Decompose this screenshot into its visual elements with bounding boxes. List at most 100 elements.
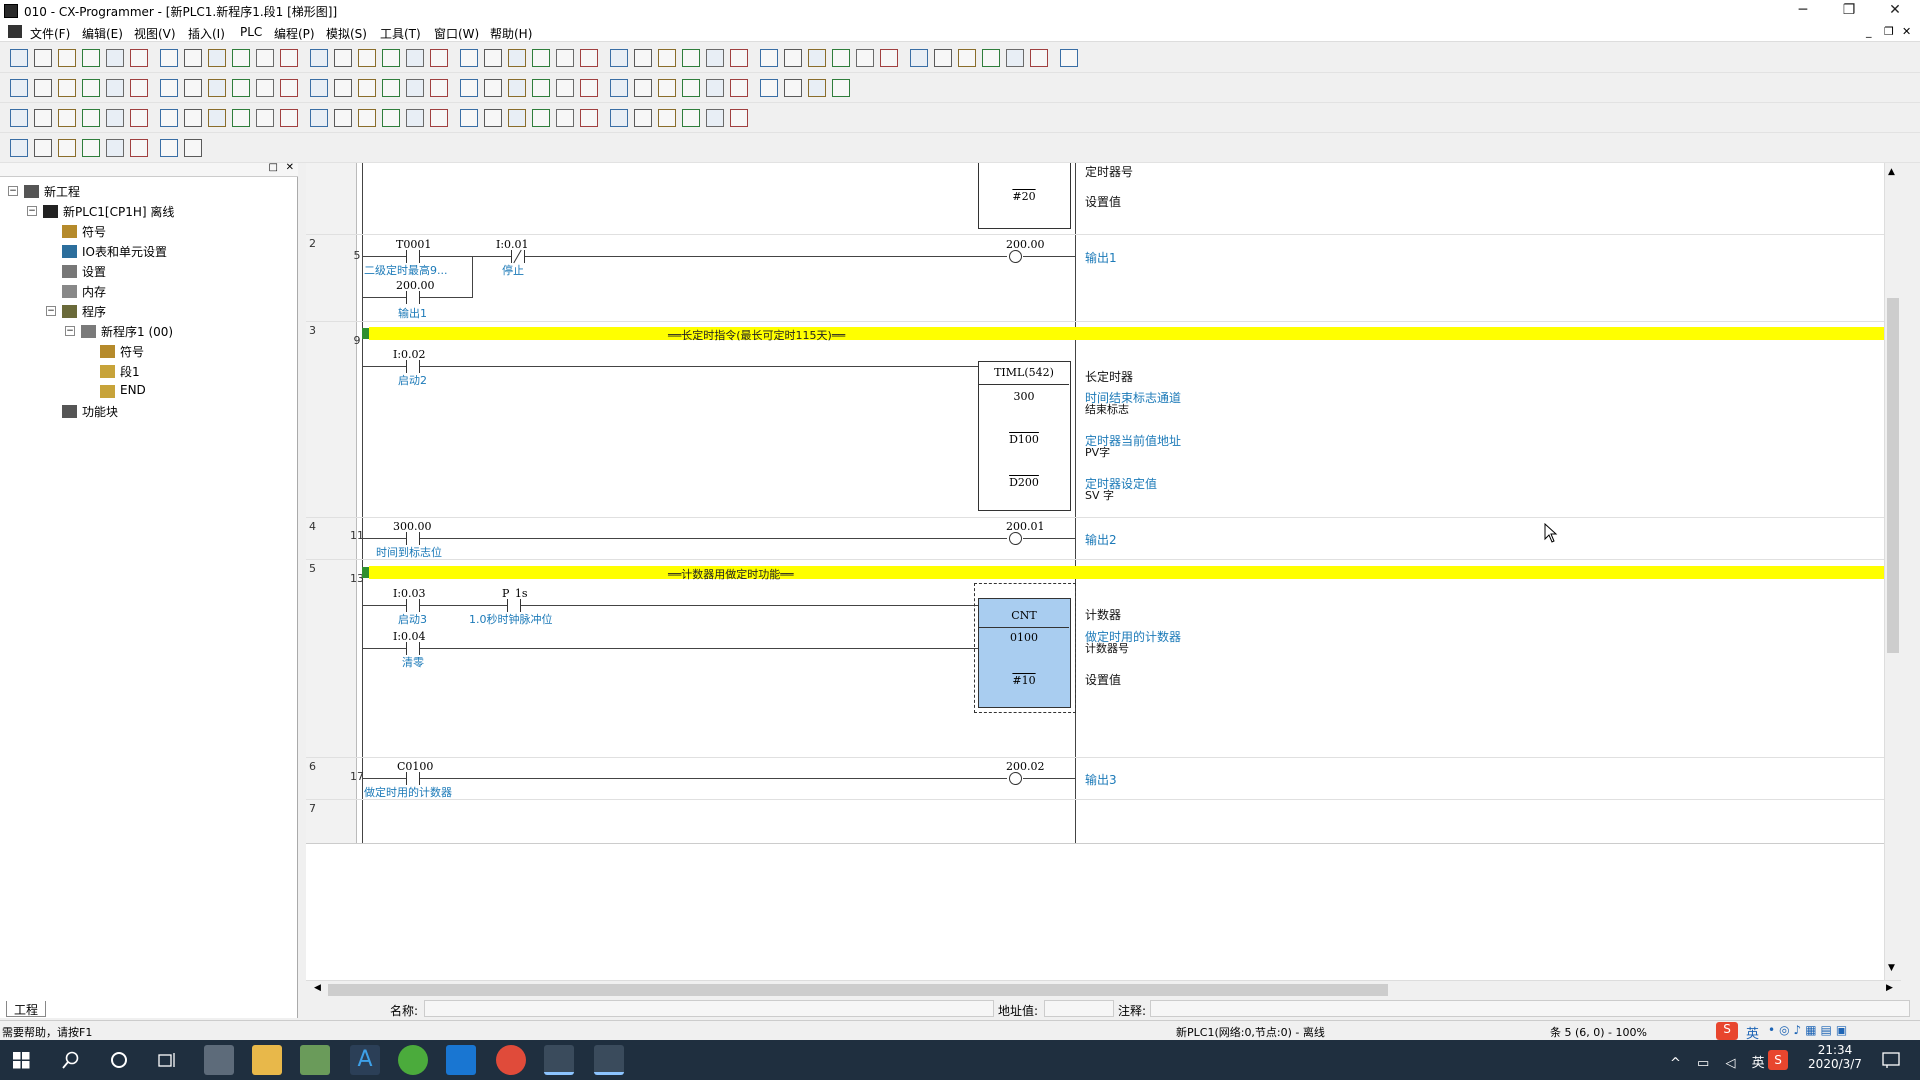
operand[interactable]: D200 [979, 476, 1069, 489]
close-pane-icon[interactable]: ✕ [286, 162, 294, 173]
close-button[interactable]: ✕ [1872, 0, 1918, 22]
toolbar-button-icon[interactable] [232, 49, 250, 67]
output-coil[interactable] [1009, 532, 1022, 545]
toolbar-button-icon[interactable] [34, 79, 52, 97]
search-icon[interactable] [62, 1051, 80, 1069]
menu-tools[interactable]: 工具(T) [380, 25, 421, 42]
toolbar-button-icon[interactable] [706, 109, 724, 127]
toolbar-button-icon[interactable] [106, 79, 124, 97]
toolbar-button-icon[interactable] [760, 79, 778, 97]
output-coil[interactable] [1009, 250, 1022, 263]
toolbar-button-icon[interactable] [682, 109, 700, 127]
toolbar-button-icon[interactable] [1030, 49, 1048, 67]
toolbar-button-icon[interactable] [130, 109, 148, 127]
toolbar-button-icon[interactable] [556, 109, 574, 127]
toolbar-button-icon[interactable] [808, 49, 826, 67]
toolbar-button-icon[interactable] [10, 139, 28, 157]
tree-collapse-icon[interactable]: − [46, 306, 56, 316]
toolbar-button-icon[interactable] [382, 79, 400, 97]
toolbar-button-icon[interactable] [10, 109, 28, 127]
menu-insert[interactable]: 插入(I) [188, 25, 225, 42]
toolbar-button-icon[interactable] [10, 79, 28, 97]
toolbar-button-icon[interactable] [784, 49, 802, 67]
mdi-minimize-icon[interactable]: _ [1866, 25, 1872, 38]
toolbar-button-icon[interactable] [184, 49, 202, 67]
scroll-left-icon[interactable]: ◀ [314, 983, 321, 993]
toolbar-button-icon[interactable] [430, 79, 448, 97]
toolbar-button-icon[interactable] [658, 109, 676, 127]
image-app-icon[interactable] [300, 1045, 330, 1075]
restore-button[interactable]: ❐ [1826, 0, 1872, 22]
pin-icon[interactable]: □ [269, 162, 278, 173]
toolbar-button-icon[interactable] [634, 49, 652, 67]
toolbar-button-icon[interactable] [334, 49, 352, 67]
toolbar-button-icon[interactable] [430, 109, 448, 127]
tree-collapse-icon[interactable]: − [8, 186, 18, 196]
toolbar-button-icon[interactable] [610, 79, 628, 97]
toolbar-button-icon[interactable] [934, 49, 952, 67]
toolbar-button-icon[interactable] [508, 79, 526, 97]
toolbar-button-icon[interactable] [958, 49, 976, 67]
toolbar-button-icon[interactable] [82, 79, 100, 97]
toolbar-button-icon[interactable] [682, 49, 700, 67]
operand[interactable]: D100 [979, 433, 1069, 446]
toolbar-button-icon[interactable] [406, 79, 424, 97]
toolbar-button-icon[interactable] [160, 79, 178, 97]
toolbar-button-icon[interactable] [634, 109, 652, 127]
file-explorer-icon[interactable] [252, 1045, 282, 1075]
toolbar-button-icon[interactable] [310, 49, 328, 67]
mdi-restore-icon[interactable]: ❐ [1884, 25, 1894, 38]
toolbar-button-icon[interactable] [634, 79, 652, 97]
timl-instruction-box[interactable]: TIML(542) 300 D100 D200 [978, 361, 1071, 511]
timer-instruction-box[interactable]: #20 [978, 163, 1071, 229]
clock[interactable]: 21:34 2020/3/7 [1800, 1043, 1870, 1071]
toolbar-button-icon[interactable] [160, 139, 178, 157]
toolbar-button-icon[interactable] [280, 109, 298, 127]
toolbar-button-icon[interactable] [556, 49, 574, 67]
toolbar-button-icon[interactable] [358, 79, 376, 97]
windows-start-icon[interactable] [13, 1052, 30, 1069]
output-coil[interactable] [1009, 772, 1022, 785]
toolbar-button-icon[interactable] [484, 79, 502, 97]
toolbar-button-icon[interactable] [232, 109, 250, 127]
toolbar-button-icon[interactable] [460, 79, 478, 97]
toolbar-button-icon[interactable] [34, 109, 52, 127]
toolbar-button-icon[interactable] [34, 139, 52, 157]
toolbar-button-icon[interactable] [208, 109, 226, 127]
autocad-icon[interactable]: A [350, 1045, 380, 1075]
menu-window[interactable]: 窗口(W) [434, 25, 479, 42]
toolbar-button-icon[interactable] [460, 109, 478, 127]
toolbar-button-icon[interactable] [382, 109, 400, 127]
toolbar-button-icon[interactable] [106, 109, 124, 127]
toolbar-button-icon[interactable] [856, 49, 874, 67]
toolbar-button-icon[interactable] [310, 109, 328, 127]
menu-plc[interactable]: PLC [240, 25, 262, 39]
toolbar-button-icon[interactable] [10, 49, 28, 67]
toolbar-button-icon[interactable] [280, 79, 298, 97]
toolbar-button-icon[interactable] [334, 79, 352, 97]
toolbar-button-icon[interactable] [532, 79, 550, 97]
toolbar-button-icon[interactable] [556, 79, 574, 97]
toolbar-button-icon[interactable] [832, 79, 850, 97]
tree-collapse-icon[interactable]: − [65, 326, 75, 336]
toolbar-button-icon[interactable] [730, 49, 748, 67]
sogou-tray-icon[interactable]: S [1768, 1050, 1788, 1070]
toolbar-button-icon[interactable] [106, 49, 124, 67]
cnt-instruction-box[interactable]: CNT 0100 #10 [978, 598, 1071, 708]
operand[interactable]: #10 [979, 674, 1069, 687]
toolbar-button-icon[interactable] [508, 109, 526, 127]
toolbar-button-icon[interactable] [130, 49, 148, 67]
toolbar-button-icon[interactable] [508, 49, 526, 67]
toolbar-button-icon[interactable] [232, 79, 250, 97]
ime-logo-icon[interactable]: S [1716, 1022, 1738, 1040]
store-app-icon[interactable] [446, 1045, 476, 1075]
toolbar-button-icon[interactable] [532, 109, 550, 127]
toolbar-button-icon[interactable] [358, 49, 376, 67]
no-contact[interactable] [406, 291, 420, 304]
toolbar-button-icon[interactable] [1060, 49, 1078, 67]
task-view-icon[interactable] [158, 1051, 178, 1069]
toolbar-button-icon[interactable] [484, 49, 502, 67]
rung-comment-bar[interactable] [369, 566, 1901, 579]
notification-icon[interactable] [1882, 1051, 1900, 1069]
toolbar-button-icon[interactable] [184, 109, 202, 127]
